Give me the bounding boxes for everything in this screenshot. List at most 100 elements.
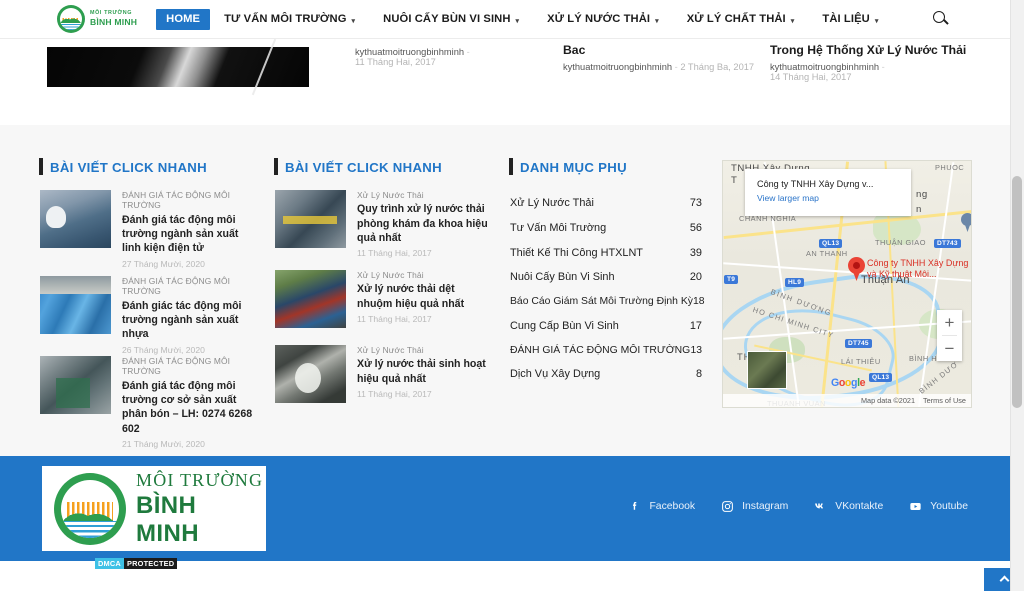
post-title[interactable]: Xử lý nước thải dệt nhuộm hiệu quả nhất xyxy=(357,282,489,311)
map-satellite-thumbnail[interactable] xyxy=(747,351,787,389)
map-label-n: n xyxy=(916,204,922,215)
featured-posts-strip: kythuatmoitruongbinhminh - 11 Tháng Hai,… xyxy=(0,39,1010,125)
category-name: Báo Cáo Giám Sát Môi Trường Định Kỳ xyxy=(510,296,693,308)
google-map-embed[interactable]: QL13 DT743 T9 HL9 DT745 QL13 TNHH Xây Dự… xyxy=(722,160,972,408)
map-shield-ql13: QL13 xyxy=(819,239,843,248)
post-category[interactable]: Xử Lý Nước Thải xyxy=(357,270,489,280)
category-item-xu-ly-nuoc-thai[interactable]: Xử Lý Nước Thải 73 xyxy=(510,191,702,216)
nav-item-xu-ly-chat-thai[interactable]: XỬ LÝ CHẤT THẢI ▾ xyxy=(673,0,809,38)
category-item-danh-gia-tac-dong[interactable]: ĐÁNH GIÁ TÁC ĐỘNG MÔI TRƯỜNG 13 xyxy=(510,338,702,362)
nav-item-home[interactable]: HOME xyxy=(156,8,211,30)
nav-item-xu-ly-nuoc-thai-label: XỬ LÝ NƯỚC THẢI xyxy=(547,13,651,25)
map-info-window[interactable]: Công ty TNHH Xây Dựng v... View larger m… xyxy=(745,169,911,216)
list-item[interactable]: ĐÁNH GIÁ TÁC ĐỘNG MÔI TRƯỜNG Đánh giác t… xyxy=(40,276,254,355)
map-info-window-title: Công ty TNHH Xây Dựng v... xyxy=(757,179,874,189)
map-label-thuan-giao: THUẬN GIAO xyxy=(875,238,926,247)
featured-post-1-author[interactable]: kythuatmoitruongbinhminh xyxy=(355,47,464,57)
post-thumbnail xyxy=(40,190,111,248)
list-item[interactable]: Xử Lý Nước Thải Xử lý nước thải dệt nhuộ… xyxy=(275,270,489,328)
post-title[interactable]: Đánh giác tác động môi trường ngành sản … xyxy=(122,299,254,342)
category-name: Dịch Vụ Xây Dựng xyxy=(510,368,601,381)
category-item-tu-van-moi-truong[interactable]: Tư Vấn Môi Trường 56 xyxy=(510,216,702,241)
category-name: Cung Cấp Bùn Vi Sinh xyxy=(510,319,619,332)
list-item[interactable]: ĐÁNH GIÁ TÁC ĐỘNG MÔI TRƯỜNG Đánh giá tá… xyxy=(40,356,254,449)
map-shield-t9: T9 xyxy=(724,275,739,284)
category-count: 17 xyxy=(689,319,702,332)
nav-item-tu-van-moi-truong[interactable]: TƯ VẤN MÔI TRƯỜNG ▾ xyxy=(210,0,369,38)
category-item-thiet-ke-thi-cong-htxlnt[interactable]: Thiết Kế Thi Công HTXLNT 39 xyxy=(510,240,702,265)
post-title[interactable]: Xử lý nước thải sinh hoạt hiệu quả nhất xyxy=(357,357,489,386)
category-list: Xử Lý Nước Thải 73 Tư Vấn Môi Trường 56 … xyxy=(510,191,705,387)
search-icon[interactable] xyxy=(933,11,950,28)
post-title[interactable]: Đánh giá tác động môi trường cơ sở sản x… xyxy=(122,379,254,437)
nav-item-tu-van-moi-truong-label: TƯ VẤN MÔI TRƯỜNG xyxy=(224,13,347,25)
site-header: MÔI TRƯỜNG BÌNH MINH HOME TƯ VẤN MÔI TRƯ… xyxy=(0,0,1010,39)
nav-item-home-label: HOME xyxy=(166,13,201,25)
category-name: ĐÁNH GIÁ TÁC ĐỘNG MÔI TRƯỜNG xyxy=(510,344,691,356)
post-category[interactable]: Xử Lý Nước Thải xyxy=(357,345,489,355)
featured-post-thumbnail[interactable] xyxy=(47,47,309,87)
post-date: 11 Tháng Hai, 2017 xyxy=(357,389,432,400)
category-name: Thiết Kế Thi Công HTXLNT xyxy=(510,246,643,259)
social-link-vkontakte[interactable]: VKontakte xyxy=(814,500,883,513)
logo-line1: MÔI TRƯỜNG xyxy=(90,10,133,17)
map-zoom-controls: + − xyxy=(937,310,962,361)
vkontakte-icon xyxy=(814,500,827,513)
post-thumbnail xyxy=(275,345,346,403)
category-name: Xử Lý Nước Thải xyxy=(510,197,594,210)
featured-post-1-date: 11 Tháng Hai, 2017 xyxy=(355,57,436,67)
featured-post-3-author[interactable]: kythuatmoitruongbinhminh xyxy=(770,62,879,72)
featured-post-3-title[interactable]: Trong Hệ Thống Xử Lý Nước Thải xyxy=(770,43,966,57)
map-label-ng: ng xyxy=(916,189,928,200)
category-item-cung-cap-bun-vi-sinh[interactable]: Cung Cấp Bùn Vi Sinh 17 xyxy=(510,313,702,338)
list-item[interactable]: Xử Lý Nước Thải Quy trình xử lý nước thả… xyxy=(275,190,489,258)
category-item-nuoi-cay-bun-vi-sinh[interactable]: Nuôi Cấy Bùn Vi Sinh 20 xyxy=(510,265,702,290)
post-category[interactable]: ĐÁNH GIÁ TÁC ĐỘNG MÔI TRƯỜNG xyxy=(122,276,254,297)
social-link-instagram[interactable]: Instagram xyxy=(721,500,788,513)
category-item-bao-cao-giam-sat[interactable]: Báo Cáo Giám Sát Môi Trường Định Kỳ 18 xyxy=(510,290,705,314)
post-category[interactable]: ĐÁNH GIÁ TÁC ĐỘNG MÔI TRƯỜNG xyxy=(122,356,254,377)
map-data-attribution: Map data ©2021 xyxy=(860,396,916,405)
footer-logo-line1: MÔI TRƯỜNG xyxy=(136,469,264,490)
page-scrollbar-thumb[interactable] xyxy=(1012,176,1022,408)
zoom-in-button[interactable]: + xyxy=(937,310,962,335)
page-scrollbar-track[interactable] xyxy=(1010,0,1024,591)
post-title[interactable]: Quy trình xử lý nước thải phòng khám đa … xyxy=(357,202,489,245)
social-link-youtube[interactable]: Youtube xyxy=(909,500,968,513)
dmca-badge[interactable]: DMCA PROTECTED xyxy=(95,558,178,569)
category-count: 39 xyxy=(689,246,702,259)
list-item[interactable]: ĐÁNH GIÁ TÁC ĐỘNG MÔI TRƯỜNG Đánh giá tá… xyxy=(40,190,254,269)
post-date: 11 Tháng Hai, 2017 xyxy=(357,314,432,325)
map-marker-icon[interactable] xyxy=(848,257,865,281)
logo-mountain-sun-icon xyxy=(57,5,85,33)
youtube-icon xyxy=(909,500,922,513)
list-item[interactable]: Xử Lý Nước Thải Xử lý nước thải sinh hoạ… xyxy=(275,345,489,403)
social-link-instagram-label: Instagram xyxy=(742,501,789,512)
post-date: 11 Tháng Hai, 2017 xyxy=(357,248,432,259)
category-item-dich-vu-xay-dung[interactable]: Dịch Vụ Xây Dựng 8 xyxy=(510,362,702,387)
category-count: 56 xyxy=(689,222,702,235)
view-larger-map-link[interactable]: View larger map xyxy=(745,189,911,203)
map-shield-hl9: HL9 xyxy=(785,278,805,287)
zoom-out-button[interactable]: − xyxy=(937,336,962,361)
header-logo[interactable]: MÔI TRƯỜNG BÌNH MINH xyxy=(57,5,137,33)
post-category[interactable]: Xử Lý Nước Thải xyxy=(357,190,489,200)
featured-post-2-date: 2 Tháng Ba, 2017 xyxy=(680,62,755,72)
nav-item-xu-ly-nuoc-thai[interactable]: XỬ LÝ NƯỚC THẢI ▾ xyxy=(533,0,673,38)
social-link-facebook[interactable]: Facebook xyxy=(628,500,695,513)
category-name: Nuôi Cấy Bùn Vi Sinh xyxy=(510,271,615,284)
map-terms-of-use-link[interactable]: Terms of Use xyxy=(923,396,966,405)
footer-logo[interactable]: MÔI TRƯỜNG BÌNH MINH xyxy=(42,466,266,551)
social-link-youtube-label: Youtube xyxy=(930,501,968,512)
post-category[interactable]: ĐÁNH GIÁ TÁC ĐỘNG MÔI TRƯỜNG xyxy=(122,190,254,211)
post-date: 21 Tháng Mười, 2020 xyxy=(122,439,205,450)
nav-item-nuoi-cay-bun-vi-sinh[interactable]: NUÔI CẤY BÙN VI SINH ▾ xyxy=(369,0,533,38)
featured-post-2-title[interactable]: Bac xyxy=(563,43,585,57)
dmca-badge-right: PROTECTED xyxy=(123,558,178,569)
featured-post-3-date: 14 Tháng Hai, 2017 xyxy=(770,72,852,82)
nav-item-tai-lieu[interactable]: TÀI LIỆU ▾ xyxy=(808,0,892,38)
post-title[interactable]: Đánh giá tác động môi trường ngành sản x… xyxy=(122,213,254,256)
post-thumbnail xyxy=(275,190,346,248)
widget-col3-title: DANH MỤC PHỤ xyxy=(509,158,627,175)
featured-post-2-author[interactable]: kythuatmoitruongbinhminh xyxy=(563,62,672,72)
